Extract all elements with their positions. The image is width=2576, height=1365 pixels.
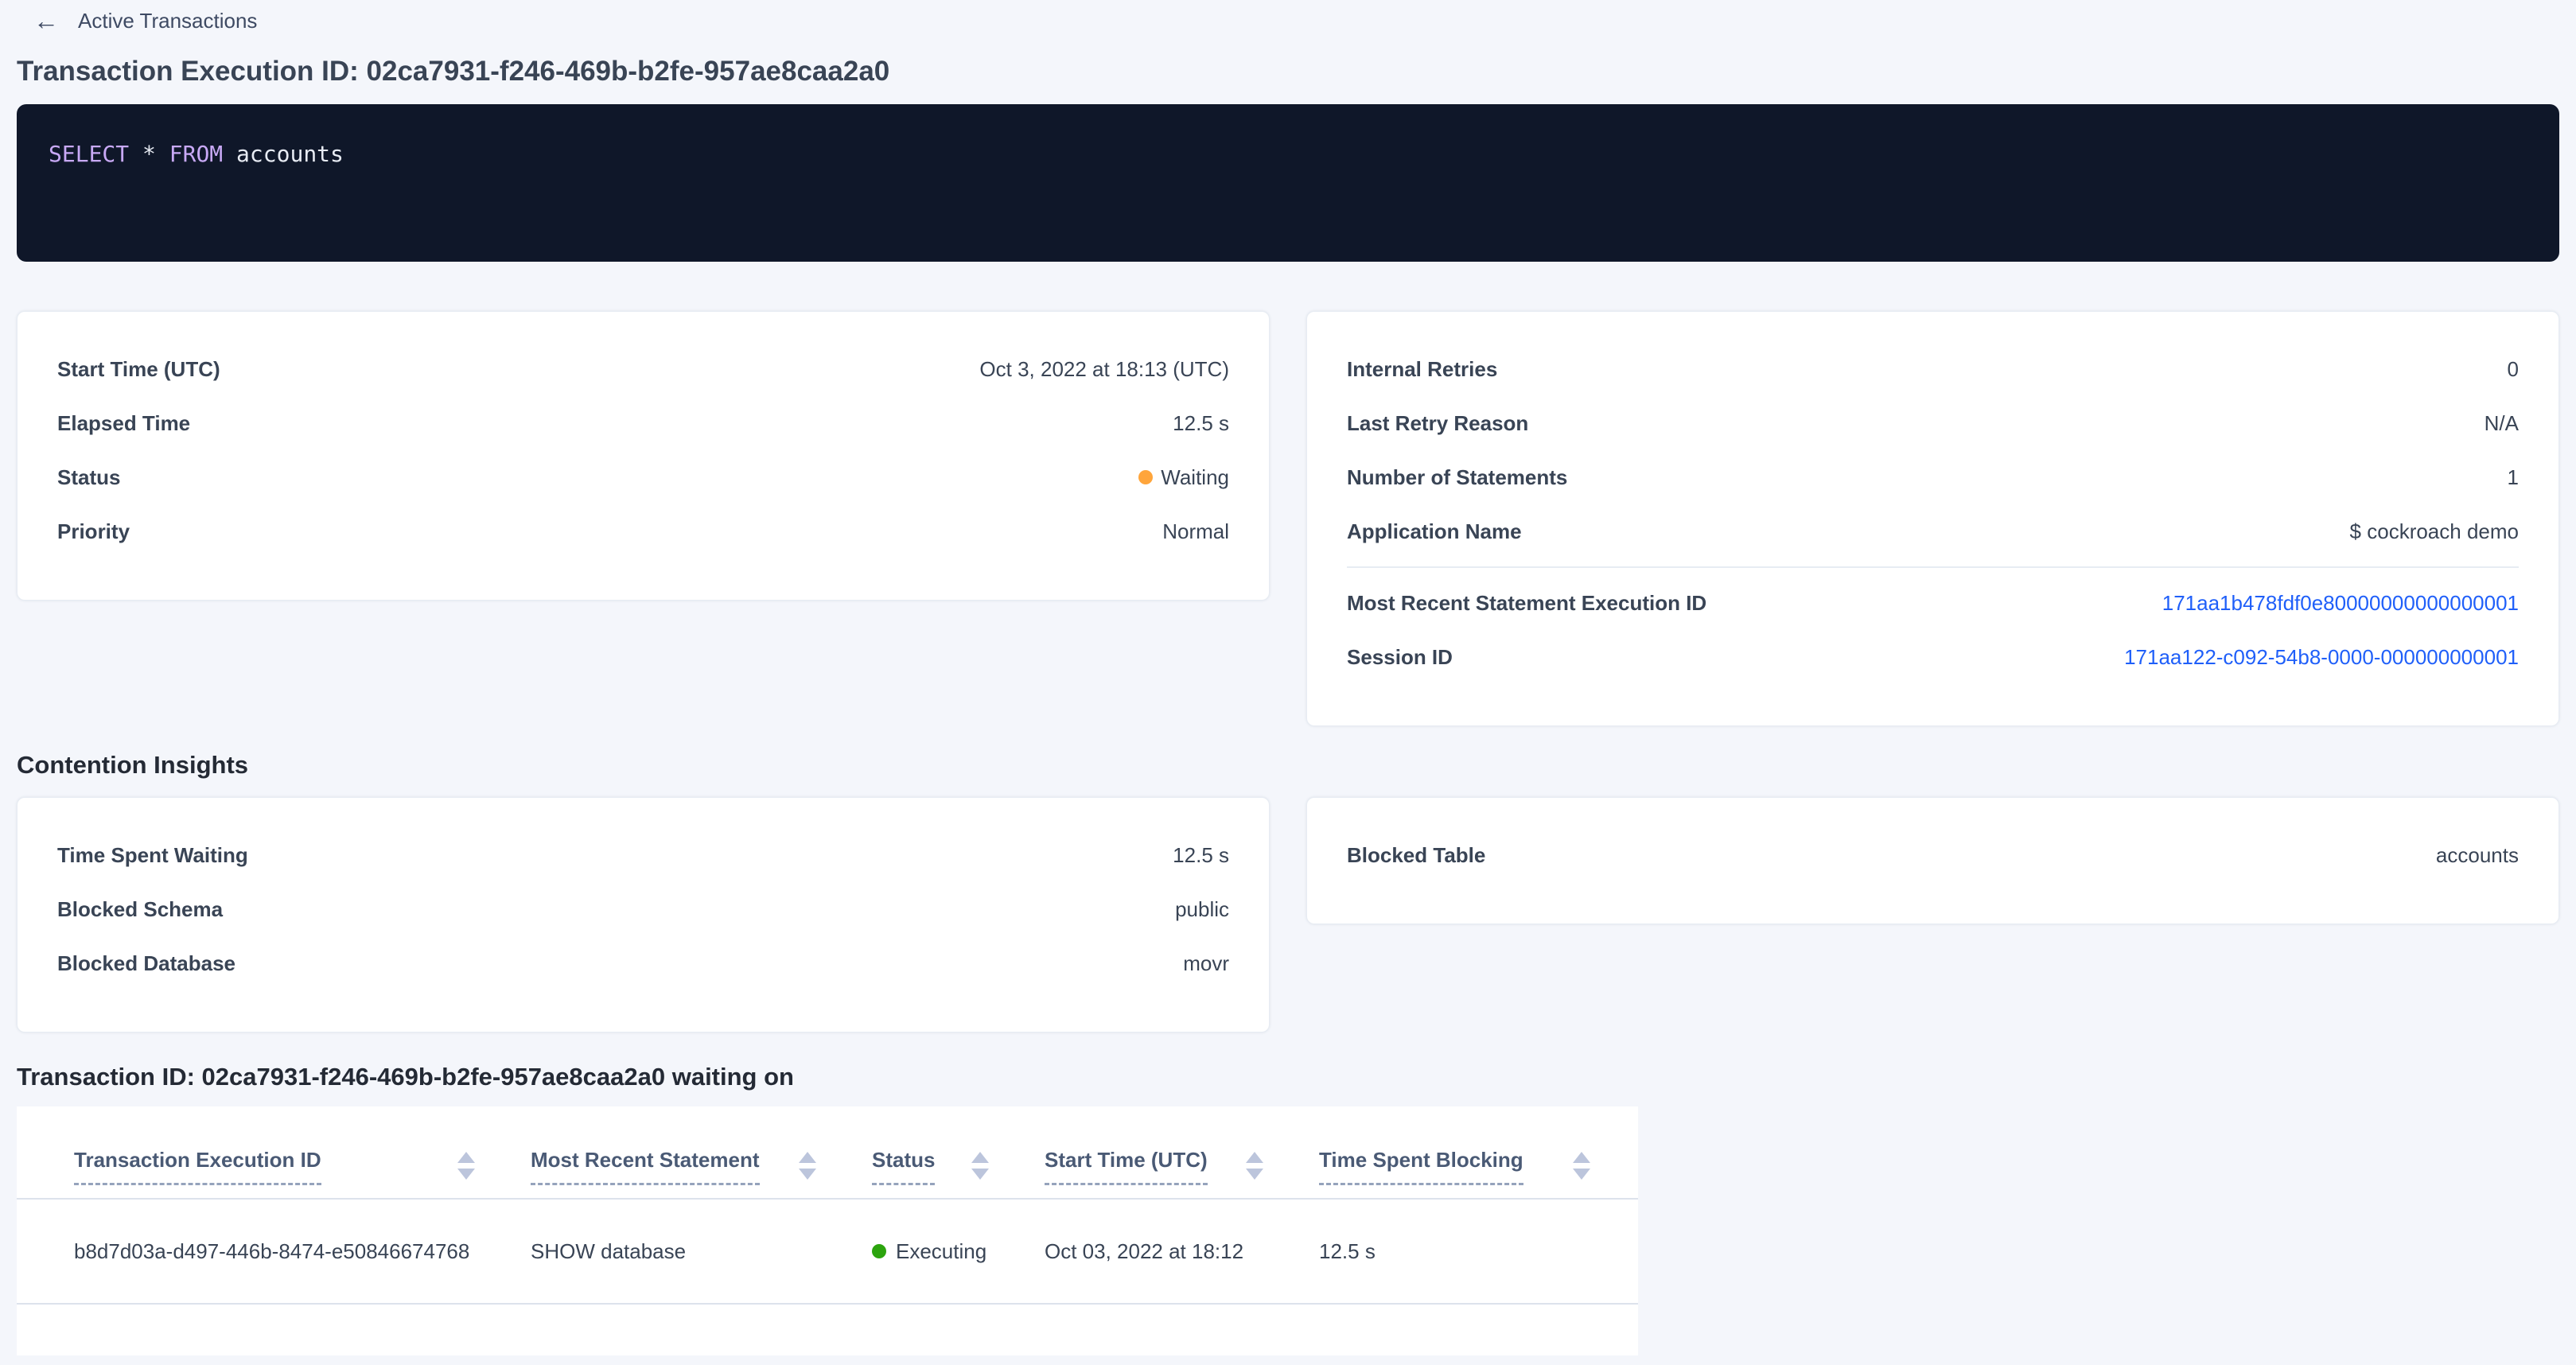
metric-value: 12.5 s bbox=[1173, 843, 1229, 868]
metric-label: Internal Retries bbox=[1347, 357, 1497, 382]
status-text: Executing bbox=[896, 1238, 986, 1265]
metric-label: Most Recent Statement Execution ID bbox=[1347, 591, 1706, 616]
card-divider bbox=[1347, 566, 2519, 568]
column-header-most-recent-statement[interactable]: Most Recent Statement bbox=[507, 1146, 848, 1185]
sql-keyword-from: FROM bbox=[169, 141, 223, 167]
breadcrumb-back-link[interactable]: ← Active Transactions bbox=[33, 8, 257, 33]
cell-time-spent-blocking: 12.5 s bbox=[1295, 1200, 1638, 1303]
session-id-link[interactable]: 171aa122-c092-54b8-0000-000000000001 bbox=[2124, 645, 2519, 670]
metric-row-number-of-statements: Number of Statements 1 bbox=[1347, 450, 2519, 504]
metric-row-statement-execution-id: Most Recent Statement Execution ID 171aa… bbox=[1347, 576, 2519, 630]
metric-value: N/A bbox=[2485, 411, 2519, 436]
metric-label: Blocked Database bbox=[57, 951, 235, 976]
contention-card-right: Blocked Table accounts bbox=[1306, 797, 2559, 924]
waiting-transactions-table: Transaction Execution ID Most Recent Sta… bbox=[17, 1106, 1638, 1355]
column-header-label: Start Time (UTC) bbox=[1045, 1146, 1208, 1185]
metric-row-internal-retries: Internal Retries 0 bbox=[1347, 342, 2519, 396]
table-header-row: Transaction Execution ID Most Recent Sta… bbox=[17, 1106, 1638, 1200]
metric-value: public bbox=[1175, 897, 1229, 922]
metric-value: 1 bbox=[2508, 465, 2519, 490]
contention-cards-row: Time Spent Waiting 12.5 s Blocked Schema… bbox=[17, 797, 2559, 1032]
sort-icon[interactable] bbox=[1246, 1152, 1263, 1180]
metric-value: Oct 3, 2022 at 18:13 (UTC) bbox=[979, 357, 1229, 382]
metric-label: Number of Statements bbox=[1347, 465, 1567, 490]
column-header-label: Time Spent Blocking bbox=[1319, 1146, 1523, 1185]
back-arrow-icon: ← bbox=[33, 8, 59, 33]
sort-icon[interactable] bbox=[1573, 1152, 1590, 1180]
column-header-label: Status bbox=[872, 1146, 935, 1185]
sort-icon[interactable] bbox=[799, 1152, 816, 1180]
metric-label: Blocked Table bbox=[1347, 843, 1485, 868]
column-header-time-spent-blocking[interactable]: Time Spent Blocking bbox=[1295, 1146, 1638, 1185]
waiting-status-dot-icon bbox=[1138, 470, 1153, 484]
metric-row-start-time: Start Time (UTC) Oct 3, 2022 at 18:13 (U… bbox=[57, 342, 1229, 396]
summary-card-left: Start Time (UTC) Oct 3, 2022 at 18:13 (U… bbox=[17, 311, 1270, 601]
column-header-label: Transaction Execution ID bbox=[74, 1146, 321, 1185]
summary-cards-row: Start Time (UTC) Oct 3, 2022 at 18:13 (U… bbox=[17, 311, 2559, 726]
sql-keyword-select: SELECT bbox=[49, 141, 129, 167]
metric-value: movr bbox=[1183, 951, 1229, 976]
metric-row-last-retry-reason: Last Retry Reason N/A bbox=[1347, 396, 2519, 450]
metric-row-blocked-schema: Blocked Schema public bbox=[57, 882, 1229, 936]
metric-row-elapsed-time: Elapsed Time 12.5 s bbox=[57, 396, 1229, 450]
breadcrumb: ← Active Transactions bbox=[0, 0, 2576, 33]
metric-row-application-name: Application Name $ cockroach demo bbox=[1347, 504, 2519, 558]
cell-status: Executing bbox=[848, 1200, 1021, 1303]
metric-value: Normal bbox=[1162, 519, 1229, 544]
sql-identifier: accounts bbox=[236, 141, 344, 167]
page-title: Transaction Execution ID: 02ca7931-f246-… bbox=[17, 54, 2576, 89]
cell-start-time: Oct 03, 2022 at 18:12 bbox=[1021, 1200, 1295, 1303]
column-header-status[interactable]: Status bbox=[848, 1146, 1021, 1185]
contention-insights-heading: Contention Insights bbox=[17, 750, 2576, 780]
statement-execution-id-link[interactable]: 171aa1b478fdf0e80000000000000001 bbox=[2162, 591, 2519, 616]
executing-status-dot-icon bbox=[872, 1244, 886, 1258]
metric-row-blocked-table: Blocked Table accounts bbox=[1347, 828, 2519, 882]
metric-label: Start Time (UTC) bbox=[57, 357, 220, 382]
metric-value: 12.5 s bbox=[1173, 411, 1229, 436]
metric-value: 0 bbox=[2508, 357, 2519, 382]
table-row: b8d7d03a-d497-446b-8474-e50846674768 SHO… bbox=[17, 1200, 1638, 1305]
column-header-label: Most Recent Statement bbox=[531, 1146, 760, 1185]
metric-label: Priority bbox=[57, 519, 130, 544]
metric-row-session-id: Session ID 171aa122-c092-54b8-0000-00000… bbox=[1347, 630, 2519, 684]
metric-label: Blocked Schema bbox=[57, 897, 223, 922]
sql-statement-box: SELECT * FROM accounts bbox=[17, 104, 2559, 262]
summary-card-right: Internal Retries 0 Last Retry Reason N/A… bbox=[1306, 311, 2559, 726]
metric-value: $ cockroach demo bbox=[2350, 519, 2519, 544]
column-header-transaction-execution-id[interactable]: Transaction Execution ID bbox=[17, 1146, 507, 1185]
metric-row-time-spent-waiting: Time Spent Waiting 12.5 s bbox=[57, 828, 1229, 882]
metric-label: Session ID bbox=[1347, 645, 1453, 670]
cell-transaction-execution-id: b8d7d03a-d497-446b-8474-e50846674768 bbox=[17, 1200, 507, 1303]
status-text: Waiting bbox=[1161, 465, 1229, 490]
waiting-on-heading: Transaction ID: 02ca7931-f246-469b-b2fe-… bbox=[17, 1062, 2576, 1092]
sort-icon[interactable] bbox=[457, 1152, 475, 1180]
metric-label: Application Name bbox=[1347, 519, 1522, 544]
metric-row-status: Status Waiting bbox=[57, 450, 1229, 504]
contention-card-left: Time Spent Waiting 12.5 s Blocked Schema… bbox=[17, 797, 1270, 1032]
sql-star: * bbox=[142, 141, 156, 167]
metric-row-blocked-database: Blocked Database movr bbox=[57, 936, 1229, 990]
breadcrumb-label: Active Transactions bbox=[78, 9, 257, 33]
sort-icon[interactable] bbox=[971, 1152, 989, 1180]
metric-label: Elapsed Time bbox=[57, 411, 190, 436]
metric-label: Last Retry Reason bbox=[1347, 411, 1528, 436]
status-badge: Waiting bbox=[1138, 465, 1229, 490]
metric-row-priority: Priority Normal bbox=[57, 504, 1229, 558]
cell-most-recent-statement: SHOW database bbox=[507, 1200, 848, 1303]
metric-value: accounts bbox=[2436, 843, 2519, 868]
column-header-start-time[interactable]: Start Time (UTC) bbox=[1021, 1146, 1295, 1185]
metric-label: Time Spent Waiting bbox=[57, 843, 248, 868]
metric-label: Status bbox=[57, 465, 120, 490]
